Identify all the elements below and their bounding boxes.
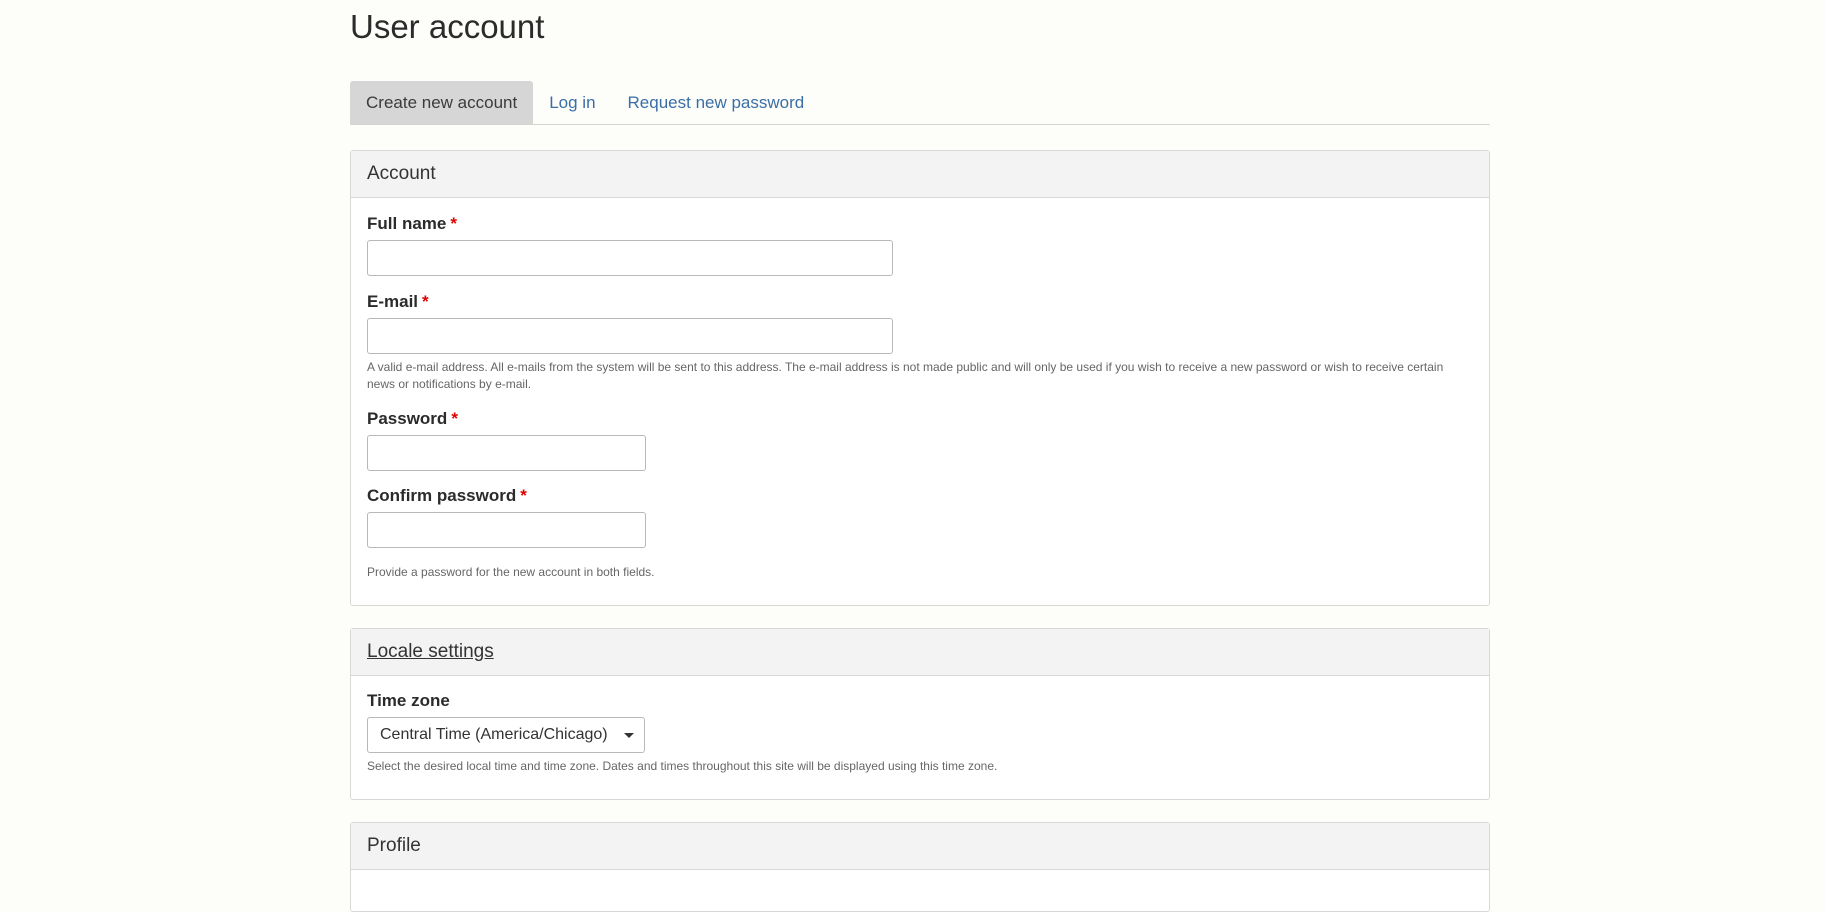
password-description: Provide a password for the new account i… (367, 565, 655, 579)
time-zone-description: Select the desired local time and time z… (367, 759, 998, 773)
required-marker: * (520, 486, 527, 505)
time-zone-label: Time zone (367, 691, 450, 710)
tab-request-new-password[interactable]: Request new password (612, 81, 821, 124)
page-title: User account (350, 8, 545, 45)
required-marker: * (450, 214, 457, 233)
chevron-down-icon (624, 733, 634, 738)
email-input[interactable] (367, 318, 893, 354)
profile-fieldset: Profile (350, 822, 1490, 912)
full-name-input[interactable] (367, 240, 893, 276)
tab-log-in[interactable]: Log in (533, 81, 611, 124)
password-input[interactable] (367, 435, 646, 471)
account-legend: Account (351, 151, 1489, 198)
tab-create-new-account[interactable]: Create new account (350, 81, 534, 124)
full-name-label-text: Full name (367, 214, 447, 233)
password-label-text: Password (367, 409, 448, 428)
confirm-password-label: Confirm password * (367, 486, 527, 506)
time-zone-select[interactable]: Central Time (America/Chicago) (367, 717, 645, 753)
required-marker: * (451, 409, 458, 428)
time-zone-selected-value: Central Time (America/Chicago) (380, 726, 608, 743)
locale-fieldset: Locale settings Time zone Central Time (… (350, 628, 1490, 800)
email-label-text: E-mail (367, 292, 419, 311)
required-marker: * (422, 292, 429, 311)
email-label: E-mail * (367, 292, 429, 312)
confirm-password-input[interactable] (367, 512, 646, 548)
confirm-password-label-text: Confirm password (367, 486, 517, 505)
email-description: A valid e-mail address. All e-mails from… (367, 360, 1444, 391)
account-tabs: Create new account Log in Request new pa… (350, 81, 1490, 125)
full-name-label: Full name * (367, 214, 457, 234)
locale-settings-legend[interactable]: Locale settings (351, 629, 1489, 676)
password-label: Password * (367, 409, 458, 429)
profile-legend: Profile (351, 823, 1489, 870)
account-fieldset: Account Full name * E-mail * A valid e-mai… (350, 150, 1490, 606)
